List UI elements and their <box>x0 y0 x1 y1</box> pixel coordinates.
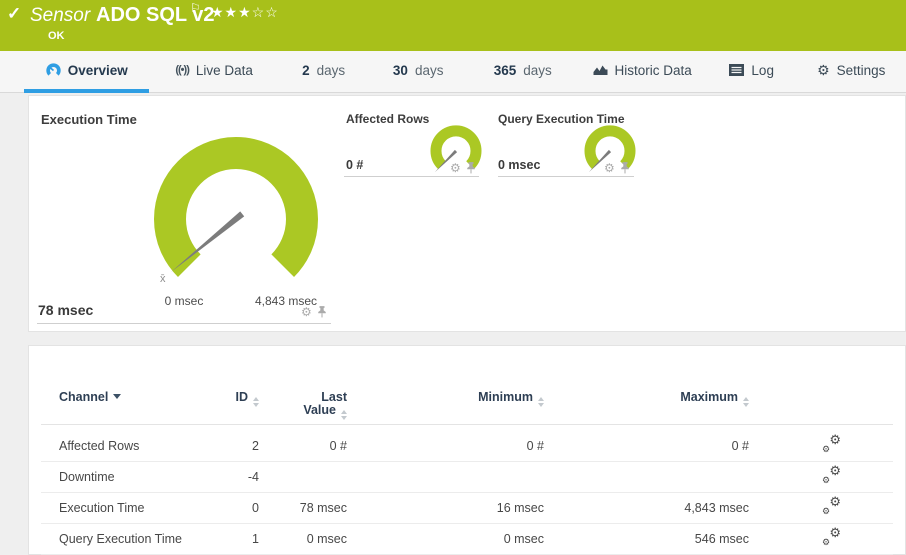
sort-icon <box>743 397 749 407</box>
table-row-execution-time: Execution Time 0 78 msec 16 msec 4,843 m… <box>41 493 893 524</box>
gauge-gear-icon[interactable]: ⚙ <box>450 162 461 174</box>
edit-channel-icon[interactable]: ⚙ ⚙ <box>822 464 841 485</box>
pin-icon[interactable] <box>466 162 476 174</box>
divider <box>37 323 331 324</box>
settings-gear-icon: ⚙ <box>817 62 830 78</box>
cell-channel[interactable]: Execution Time <box>41 501 219 515</box>
tab-unit: days <box>523 62 552 78</box>
average-marker: x̄ <box>160 273 166 285</box>
gauge-gear-icon[interactable]: ⚙ <box>604 162 615 174</box>
cell-last: 78 msec <box>299 501 347 515</box>
edit-channel-icon[interactable]: ⚙ ⚙ <box>822 495 841 516</box>
tab-live-data[interactable]: ((•)) Live Data <box>149 51 278 93</box>
cell-channel[interactable]: Query Execution Time <box>41 532 219 546</box>
tab-number: 2 <box>302 62 310 78</box>
tab-bar: Overview ((•)) Live Data 2 days 30 days … <box>0 51 906 93</box>
execution-time-gauge: x̄ <box>154 137 318 285</box>
tab-label: Overview <box>67 62 128 78</box>
gauge-toolbar: ⚙ <box>604 162 630 174</box>
execution-time-value: 78 msec <box>38 302 94 318</box>
tab-number: 30 <box>392 62 408 78</box>
table-header-row: Channel ID Last Value Minimum Maximum <box>41 391 893 425</box>
edit-channel-icon[interactable]: ⚙ ⚙ <box>822 433 841 454</box>
cell-channel[interactable]: Downtime <box>41 470 219 484</box>
sensor-kind-label: Sensor <box>30 5 91 26</box>
pin-icon[interactable] <box>620 162 630 174</box>
table-body: Affected Rows 2 0 # 0 # 0 # ⚙ ⚙ Downtime … <box>41 431 893 555</box>
gauge-min-label: 0 msec <box>164 294 204 308</box>
tab-label: Log <box>751 62 774 78</box>
column-header-last-value[interactable]: Last Value <box>259 391 347 420</box>
tab-2-days[interactable]: 2 days <box>279 51 369 93</box>
gauges-panel: Execution Time x̄ 0 msec 4,843 msec 78 m… <box>28 95 906 332</box>
cell-min: 16 msec <box>496 501 544 515</box>
status-check-icon: ✓ <box>7 4 22 23</box>
table-row-downtime: Downtime -4 ⚙ ⚙ <box>41 462 893 493</box>
column-header-channel[interactable]: Channel <box>41 391 219 404</box>
flag-icon[interactable]: ⚐ <box>190 1 201 15</box>
channel-table-panel: Channel ID Last Value Minimum Maximum Af… <box>28 345 906 555</box>
tab-unit: days <box>414 62 444 78</box>
cell-id: 1 <box>252 532 259 546</box>
tab-label: Live Data <box>195 62 253 78</box>
cell-last: 0 msec <box>306 532 347 546</box>
cell-max: 0 # <box>731 439 749 453</box>
query-execution-time-gauge <box>584 125 636 173</box>
column-header-maximum[interactable]: Maximum <box>544 391 749 407</box>
table-row-query-execution-time: Query Execution Time 1 0 msec 0 msec 546… <box>41 524 893 555</box>
live-data-icon: ((•)) <box>175 64 189 76</box>
sort-desc-icon <box>113 394 122 399</box>
tab-label: Historic Data <box>614 62 692 78</box>
tab-365-days[interactable]: 365 days <box>468 51 578 93</box>
gauge-toolbar: ⚙ <box>450 162 476 174</box>
affected-rows-value: 0 # <box>346 158 364 172</box>
affected-rows-gauge <box>430 125 482 173</box>
priority-stars[interactable]: ★★★☆☆ <box>211 4 279 21</box>
column-header-id[interactable]: ID <box>219 391 259 407</box>
log-icon <box>729 64 745 76</box>
sensor-status-bar: ✓ Sensor ADO SQL v2 ⚐ ★★★☆☆ OK <box>0 0 906 51</box>
cell-id: 0 <box>252 501 259 515</box>
cell-channel[interactable]: Affected Rows <box>41 439 219 453</box>
cell-min: 0 msec <box>503 532 544 546</box>
cell-id: 2 <box>252 439 259 453</box>
historic-chart-icon <box>593 65 608 75</box>
cell-last: 0 # <box>329 439 347 453</box>
tab-30-days[interactable]: 30 days <box>368 51 468 93</box>
divider <box>498 176 634 177</box>
tab-historic-data[interactable]: Historic Data <box>577 51 706 93</box>
cell-id: -4 <box>247 470 259 484</box>
tab-overview[interactable]: Overview <box>24 51 150 93</box>
tab-label: Settings <box>836 62 886 78</box>
tab-settings[interactable]: ⚙ Settings <box>796 51 906 93</box>
channel-table: Channel ID Last Value Minimum Maximum Af… <box>41 391 893 555</box>
column-header-minimum[interactable]: Minimum <box>347 391 544 407</box>
table-row-affected-rows: Affected Rows 2 0 # 0 # 0 # ⚙ ⚙ <box>41 431 893 462</box>
gauge-toolbar: ⚙ <box>301 306 327 318</box>
cell-max: 4,843 msec <box>684 501 749 515</box>
tab-unit: days <box>316 62 346 78</box>
gauge-title-execution-time: Execution Time <box>41 112 137 127</box>
cell-max: 546 msec <box>694 532 749 546</box>
gauge-gear-icon[interactable]: ⚙ <box>301 306 312 318</box>
pin-icon[interactable] <box>317 306 327 318</box>
query-execution-time-value: 0 msec <box>498 158 541 172</box>
gauge-title-affected-rows: Affected Rows <box>346 112 430 126</box>
status-badge: OK <box>48 30 65 42</box>
divider <box>344 176 479 177</box>
sort-icon <box>341 410 347 420</box>
edit-channel-icon[interactable]: ⚙ ⚙ <box>822 526 841 547</box>
tab-log[interactable]: Log <box>707 51 797 93</box>
cell-min: 0 # <box>526 439 544 453</box>
tab-number: 365 <box>493 62 517 78</box>
gauge-icon <box>46 62 61 76</box>
